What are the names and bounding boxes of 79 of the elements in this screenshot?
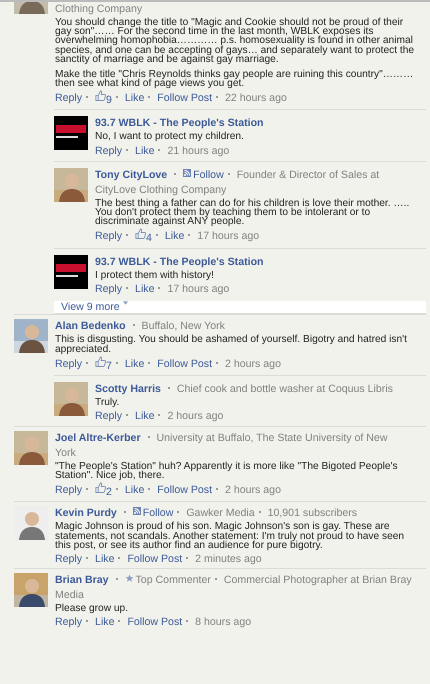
- thumbs-up-icon: [95, 356, 106, 367]
- action-link[interactable]: Like: [95, 616, 114, 628]
- action-link[interactable]: Reply: [95, 230, 122, 242]
- action-link[interactable]: Reply: [95, 144, 122, 157]
- logo-icon: [54, 116, 88, 150]
- timestamp: 22 hours ago: [225, 92, 287, 104]
- logo-icon: [54, 255, 88, 290]
- timestamp: 2 minutes ago: [195, 553, 262, 566]
- action-link[interactable]: Reply: [55, 484, 82, 496]
- action-link[interactable]: Reply: [95, 283, 122, 296]
- author-info: Clothing Company: [55, 3, 142, 15]
- author-info: University at Buffalo, The State University of New: [156, 432, 388, 444]
- comment-text: The best thing a father can do for his children is love their mother. ….. You don't protect them by teaching them to be intolerant or to discriminate against ANY people.: [95, 198, 410, 226]
- comment-text: No, I want to protect my children.: [95, 132, 245, 142]
- like-count: 7: [106, 360, 112, 372]
- comment-text: Magic Johnson is proud of his son. Magic Johnson's son is gay. These are statements, not scandals. Another statement: I'm truly not proud to have seen this post, or see its author find an audience for pure bigotry.: [55, 522, 406, 550]
- action-link[interactable]: Like: [164, 230, 184, 242]
- author-name[interactable]: Scotty Harris: [95, 382, 161, 395]
- action-link[interactable]: Like: [95, 553, 114, 566]
- action-link[interactable]: Like: [124, 484, 144, 496]
- action-link[interactable]: Follow Post: [157, 484, 212, 496]
- author-name[interactable]: Joel Altre-Kerber: [55, 432, 141, 444]
- comment-text: This is disgusting. You should be ashamed of yourself. Bigotry and hatred isn't appreciated.: [55, 335, 408, 354]
- author-name[interactable]: Alan Bedenko: [55, 320, 126, 332]
- follow-link[interactable]: Follow: [183, 168, 224, 181]
- author-info: Media: [55, 588, 85, 604]
- view-more-link[interactable]: View 9 more: [61, 301, 128, 314]
- action-link[interactable]: Like: [124, 92, 144, 104]
- author-name[interactable]: Tony CityLove: [95, 168, 168, 181]
- thumbs-up-icon: [95, 90, 106, 102]
- timestamp: 2 hours ago: [225, 484, 281, 496]
- star-icon: [124, 574, 134, 584]
- author-info: Founder & Director of Sales at: [236, 168, 380, 181]
- author-info: Chief cook and bottle washer at Coquus Libris: [176, 382, 393, 395]
- action-link[interactable]: Follow Post: [157, 358, 212, 370]
- thumbs-up-icon: [135, 228, 146, 240]
- timestamp: 8 hours ago: [195, 616, 252, 628]
- timestamp: 2 hours ago: [225, 358, 281, 370]
- author-info: York: [55, 446, 77, 462]
- author-info: Gawker Media: [186, 507, 255, 520]
- timestamp: 2 hours ago: [167, 410, 224, 422]
- comment-text: I protect them with history!: [95, 271, 215, 280]
- comment-text: Truly.: [95, 398, 120, 408]
- author-name[interactable]: 93.7 WBLK - The People's Station: [95, 256, 264, 268]
- rss-icon: [132, 507, 141, 516]
- comment-text: You should change the title to "Magic and Cookie should not be proud of their gay son"…… For the second time in the last month, WBLK exposes its overwhelming homophobia………… p.s. homosexuality is found in other animal species, and one can be accepting of gays… and separately want to protect the sanctity of marriage and be against gay marriage.: [55, 18, 416, 64]
- badge-label: Top Commenter: [136, 574, 211, 586]
- comment-text: Please grow up.: [55, 604, 130, 614]
- action-link[interactable]: Like: [135, 144, 154, 157]
- rss-icon: [183, 168, 192, 177]
- follow-link[interactable]: Follow: [132, 507, 174, 520]
- action-link[interactable]: Like: [135, 410, 154, 422]
- author-info: Commercial Photographer at Brian Bray: [224, 574, 412, 586]
- author-name[interactable]: Brian Bray: [55, 574, 109, 586]
- action-link[interactable]: Reply: [95, 410, 122, 422]
- comment-text: Make the title "Chris Reynolds thinks gay people are ruining this country"……… then see what kind of page views you get.: [55, 70, 414, 88]
- action-link[interactable]: Reply: [55, 92, 82, 104]
- author-name[interactable]: 93.7 WBLK - The People's Station: [95, 117, 264, 130]
- action-link[interactable]: Reply: [55, 616, 82, 628]
- author-info: Buffalo, New York: [142, 320, 225, 332]
- action-link[interactable]: Follow Post: [127, 616, 182, 628]
- caret-icon: [122, 301, 128, 306]
- author-info: 10,901 subscribers: [268, 507, 358, 520]
- like-count: 2: [106, 486, 112, 498]
- timestamp: 17 hours ago: [167, 283, 230, 296]
- timestamp: 17 hours ago: [197, 230, 260, 242]
- like-count: 9: [106, 94, 112, 106]
- author-info: CityLove Clothing Company: [95, 182, 228, 198]
- action-link[interactable]: Reply: [55, 358, 82, 370]
- like-count: 4: [146, 232, 152, 244]
- action-link[interactable]: Reply: [55, 553, 82, 566]
- comment-text: "The People's Station" huh? Apparently it is more like "The Bigoted People's Station". Nice job, there.: [55, 462, 399, 480]
- action-link[interactable]: Like: [124, 358, 144, 370]
- action-link[interactable]: Follow Post: [127, 553, 182, 566]
- action-link[interactable]: Follow Post: [157, 92, 212, 104]
- author-name[interactable]: Kevin Purdy: [55, 507, 117, 520]
- action-link[interactable]: Like: [135, 283, 154, 296]
- thumbs-up-icon: [95, 482, 106, 494]
- timestamp: 21 hours ago: [167, 144, 230, 157]
